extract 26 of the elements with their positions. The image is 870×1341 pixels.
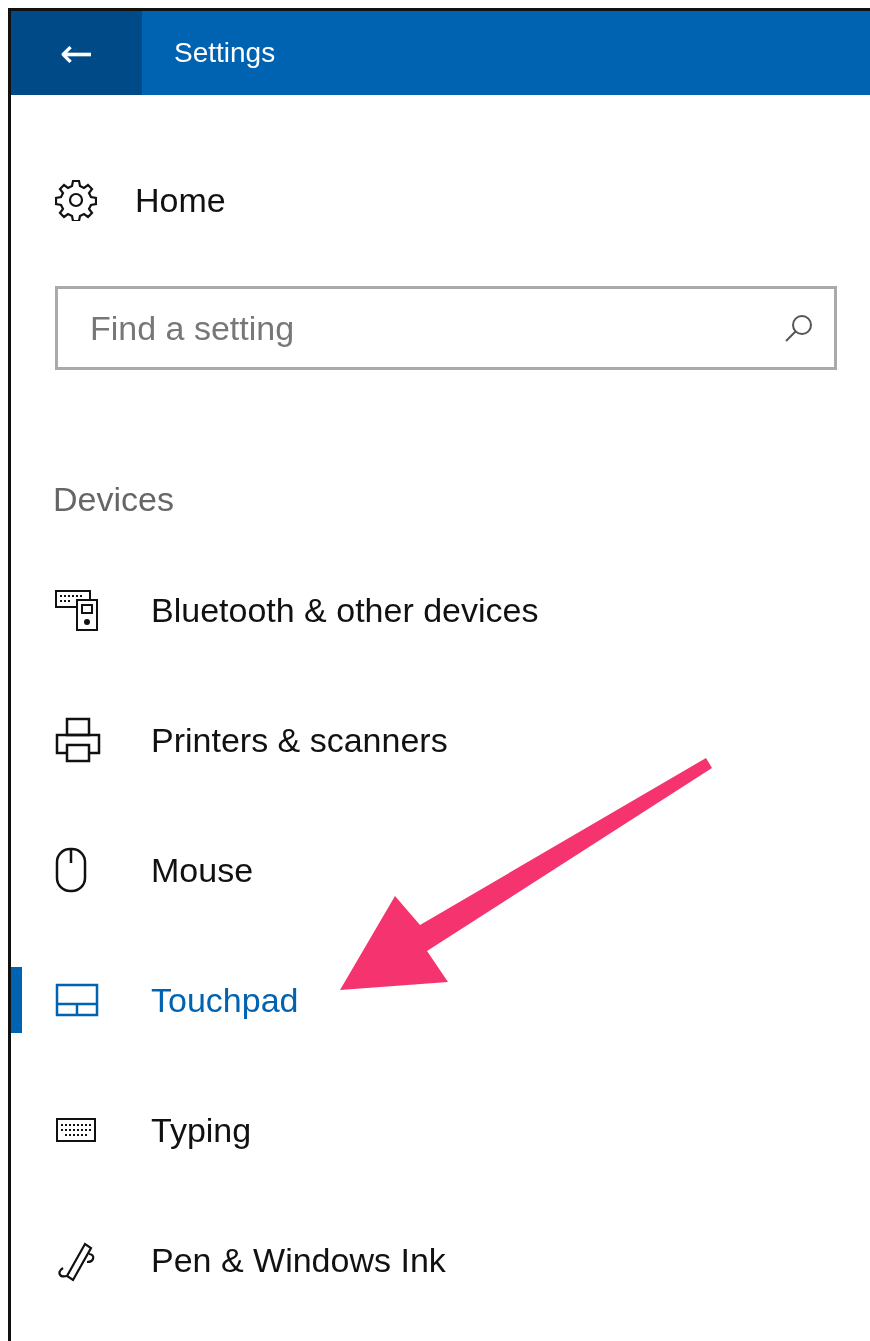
mouse-icon — [55, 847, 87, 893]
keyboard-phone-icon — [55, 588, 99, 632]
nav-item-label: Mouse — [151, 850, 254, 890]
keyboard-icon — [55, 1117, 97, 1143]
window-title: Settings — [174, 37, 276, 69]
nav-item[interactable]: Mouse — [11, 805, 870, 935]
nav-item[interactable]: Bluetooth & other devices — [11, 545, 870, 675]
nav-item-label: Touchpad — [151, 980, 299, 1020]
home-item[interactable]: Home — [11, 160, 870, 240]
gear-icon — [55, 179, 97, 221]
search-field[interactable]: Find a setting — [88, 307, 784, 349]
nav-item-label: Pen & Windows Ink — [151, 1240, 446, 1280]
search-icon — [784, 313, 814, 343]
back-button[interactable]: ← — [11, 11, 142, 95]
home-label: Home — [135, 180, 226, 220]
nav-item[interactable]: Touchpad — [11, 935, 870, 1065]
nav-item-label: Typing — [151, 1110, 252, 1150]
nav-item[interactable]: Pen & Windows Ink — [11, 1195, 870, 1325]
nav-item[interactable]: Typing — [11, 1065, 870, 1195]
nav-item-label: Printers & scanners — [151, 720, 448, 760]
printer-icon — [55, 717, 101, 763]
nav-item-label: Bluetooth & other devices — [151, 590, 539, 630]
touchpad-icon — [55, 983, 99, 1017]
search-box[interactable]: Find a setting — [55, 286, 837, 370]
nav-item[interactable]: Printers & scanners — [11, 675, 870, 805]
section-heading: Devices — [53, 480, 175, 519]
